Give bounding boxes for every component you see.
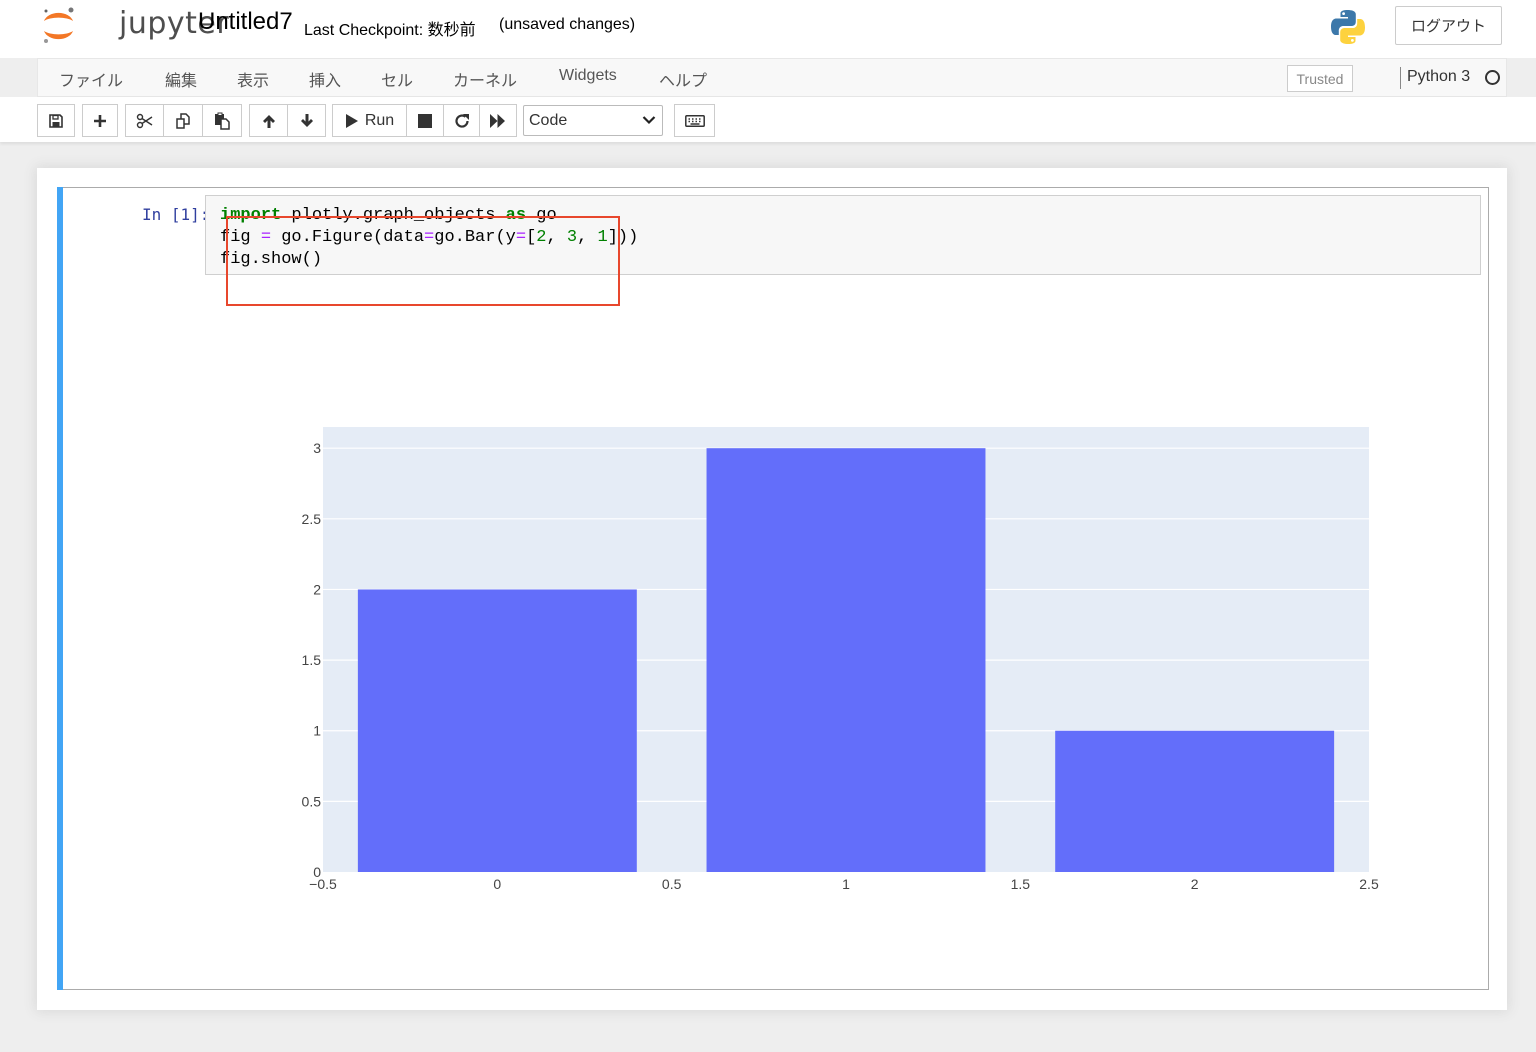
bar[interactable] <box>357 589 637 872</box>
menubar: ファイル 編集 表示 挿入 セル カーネル Widgets ヘルプ Truste… <box>37 58 1507 97</box>
restart-icon <box>454 113 469 128</box>
cut-button[interactable] <box>125 104 164 137</box>
menu-cell[interactable]: セル <box>381 67 413 91</box>
run-label: Run <box>364 111 395 129</box>
y-tick-label: 0.5 <box>302 793 322 809</box>
header: jupyter Untitled7 Last Checkpoint: 数秒前 (… <box>0 0 1536 58</box>
bar-chart[interactable]: 00.511.522.53−0.5 0 0.5 1 1.5 2 2.5 <box>280 420 1390 900</box>
copy-icon <box>176 112 190 129</box>
arrow-up-icon <box>262 114 275 128</box>
menu-help[interactable]: ヘルプ <box>659 67 707 91</box>
menu-view[interactable]: 表示 <box>237 67 269 91</box>
menu-file[interactable]: ファイル <box>59 67 123 91</box>
scissors-icon <box>136 113 152 128</box>
logout-button[interactable]: ログアウト <box>1395 6 1502 45</box>
run-button[interactable]: Run <box>332 104 407 137</box>
menu-widgets[interactable]: Widgets <box>559 67 617 85</box>
y-tick-label: 3 <box>313 440 321 456</box>
move-up-button[interactable] <box>249 104 288 137</box>
kernel-name[interactable]: Python 3 <box>1407 68 1470 86</box>
y-tick-label: 2.5 <box>302 511 322 527</box>
x-tick-label: 1 <box>842 876 850 892</box>
chevron-down-icon <box>642 116 656 125</box>
insert-cell-button[interactable] <box>82 104 118 137</box>
x-tick-label: 1.5 <box>1011 876 1031 892</box>
x-tick-label: 2.5 <box>1359 876 1379 892</box>
restart-run-all-button[interactable] <box>479 104 517 137</box>
y-tick-label: 1 <box>313 723 321 739</box>
restart-button[interactable] <box>443 104 480 137</box>
jupyter-logo[interactable]: jupyter <box>40 2 229 48</box>
input-prompt: In [1]: <box>142 205 210 224</box>
jupyter-logo-icon <box>44 7 74 43</box>
bar[interactable] <box>1055 730 1335 872</box>
stop-icon <box>418 113 432 128</box>
fast-forward-icon <box>490 113 505 128</box>
autosave-status: (unsaved changes) <box>499 16 636 33</box>
y-tick-label: 2 <box>313 581 321 597</box>
copy-button[interactable] <box>163 104 203 137</box>
trusted-indicator[interactable]: Trusted <box>1287 65 1353 92</box>
paste-icon <box>215 112 230 130</box>
python-icon <box>1329 8 1367 46</box>
paste-button[interactable] <box>202 104 242 137</box>
menu-edit[interactable]: 編集 <box>165 67 197 91</box>
arrow-down-icon <box>300 113 313 127</box>
kernel-idle-icon <box>1485 70 1500 85</box>
checkpoint-status: Last Checkpoint: 数秒前 <box>304 22 476 39</box>
bar[interactable] <box>706 448 986 872</box>
save-button[interactable] <box>37 104 75 137</box>
selected-cell-indicator <box>57 187 63 990</box>
menu-kernel[interactable]: カーネル <box>453 67 517 91</box>
y-tick-label: 1.5 <box>302 652 322 668</box>
save-icon <box>49 113 63 128</box>
command-palette-button[interactable] <box>674 104 715 137</box>
play-icon <box>345 113 358 128</box>
highlight-annotation-box <box>226 216 620 306</box>
toolbar: Run Code <box>0 97 1536 142</box>
cell-type-value: Code <box>529 112 568 129</box>
move-down-button[interactable] <box>287 104 326 137</box>
plotly-output[interactable]: 0 0.5 1 1.5 2 2.5 3 −0.5 0 0.5 1 1.5 2 2.5 <box>280 420 1390 900</box>
x-tick-label: 0 <box>493 876 501 892</box>
x-tick-label: −0.5 <box>309 876 337 892</box>
plus-icon <box>94 114 106 127</box>
menu-insert[interactable]: 挿入 <box>309 67 341 91</box>
interrupt-button[interactable] <box>406 104 444 137</box>
x-tick-label: 2 <box>1191 876 1199 892</box>
cell-type-select[interactable]: Code <box>523 105 663 136</box>
x-tick-label: 0.5 <box>662 876 682 892</box>
notebook-title[interactable]: Untitled7 <box>198 8 293 36</box>
keyboard-icon <box>684 114 705 127</box>
kernel-separator <box>1400 67 1401 89</box>
